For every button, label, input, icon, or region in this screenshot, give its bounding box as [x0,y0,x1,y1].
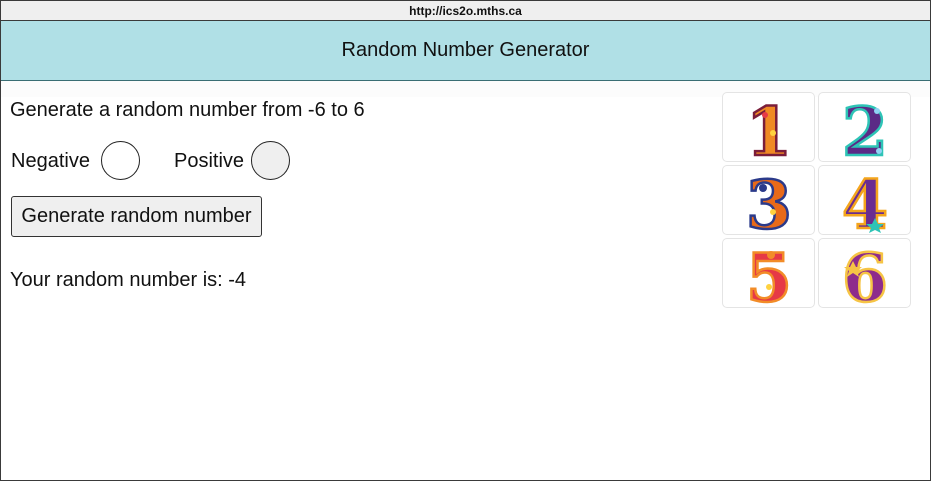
number-5-glyph: 5 [746,239,792,307]
number-6-image: 6 [818,238,911,308]
positive-label: Positive [174,150,245,172]
number-5-image: 5 [722,238,815,308]
number-4-image: 4 [818,165,911,235]
url-bar[interactable]: http://ics2o.mths.ca [1,1,930,21]
negative-radio[interactable] [101,141,140,180]
number-1-image: 1 [722,92,815,162]
number-1-glyph: 1 [746,93,792,161]
page-header: Random Number Generator [1,21,930,81]
result-label: Your random number is: [10,269,229,291]
browser-window: http://ics2o.mths.ca Random Number Gener… [0,0,931,481]
result-value: -4 [228,269,247,291]
number-3-glyph: 3 [746,166,792,234]
page-title: Random Number Generator [341,39,590,61]
number-2-image: 2 [818,92,911,162]
positive-radio[interactable] [251,141,290,180]
instruction-text: Generate a random number from -6 to 6 [10,99,365,121]
negative-label: Negative [11,150,90,172]
result-text: Your random number is: -4 [10,268,246,292]
number-4-glyph: 4 [842,166,888,234]
number-3-image: 3 [722,165,815,235]
generate-random-number-button[interactable]: Generate random number [11,196,262,237]
